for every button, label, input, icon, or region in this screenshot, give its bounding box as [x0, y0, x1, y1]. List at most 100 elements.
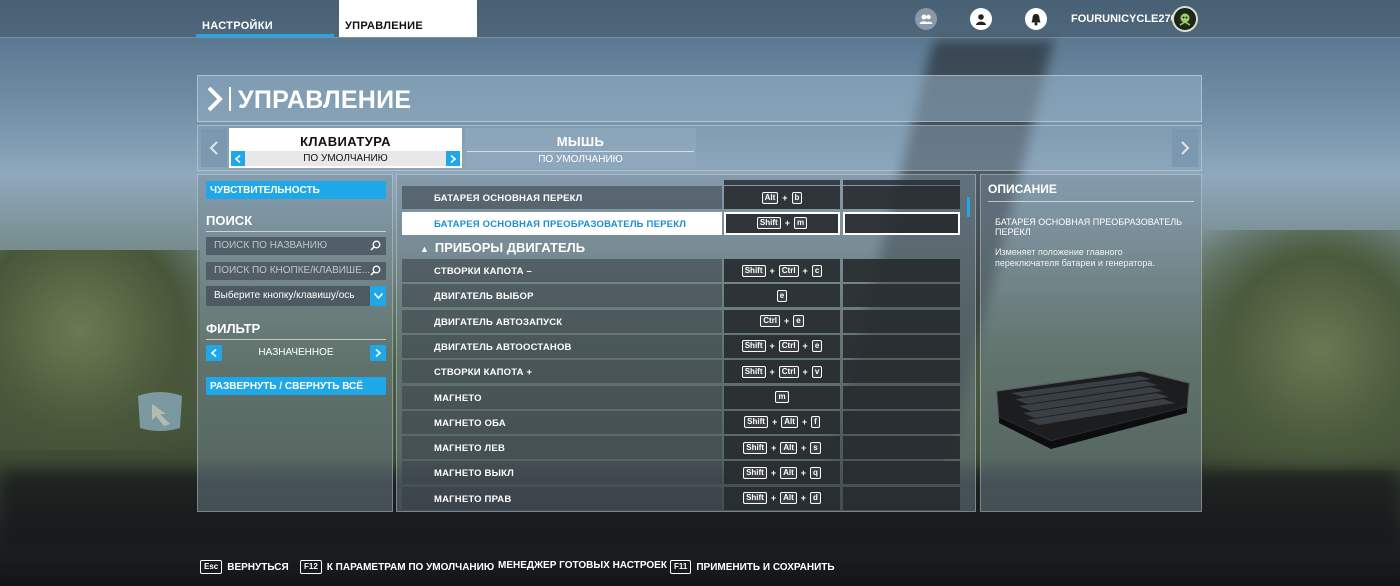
secondary-binding-slot[interactable]: [843, 186, 960, 209]
filter-selector[interactable]: НАЗНАЧЕННОЕ: [206, 345, 386, 361]
primary-binding-slot[interactable]: Shift + Ctrl + c: [724, 259, 840, 282]
secondary-binding-slot[interactable]: [843, 309, 960, 333]
binding-row[interactable]: СТВОРКИ КАПОТА + Shift + Ctrl + v: [402, 360, 960, 384]
key-plus: +: [801, 417, 808, 428]
apply-save-button[interactable]: F11 ПРИМЕНИТЬ И СОХРАНИТЬ: [670, 560, 835, 574]
key-cap: Shift: [741, 340, 766, 353]
description-text: Изменяет положение главного переключател…: [995, 247, 1155, 268]
chevron-down-icon: [370, 286, 386, 306]
chevron-right-icon: [375, 349, 381, 357]
binding-name: БАТАРЕЯ ОСНОВНАЯ ПРЕОБРАЗОВАТЕЛЬ ПЕРЕКЛ: [402, 211, 722, 235]
category-row[interactable]: ▲ ПРИБОРЫ ДВИГАТЕЛЬ: [402, 236, 960, 258]
secondary-binding-slot[interactable]: [843, 284, 960, 308]
filter-next-button[interactable]: [370, 345, 386, 361]
primary-binding-slot[interactable]: e: [724, 284, 840, 308]
key-plus: +: [771, 417, 778, 428]
binding-row[interactable]: СТВОРКИ КАПОТА – Shift + Ctrl + c: [402, 259, 960, 282]
preset-prev-button[interactable]: [231, 151, 245, 166]
primary-binding-slot[interactable]: Shift + Alt + f: [724, 410, 840, 434]
primary-binding-slot[interactable]: Shift + Alt + s: [724, 436, 840, 460]
key-cap: f: [811, 416, 820, 429]
key-cap: s: [810, 441, 821, 454]
preset-next-button[interactable]: [446, 151, 460, 166]
keyboard-preset-selector[interactable]: ПО УМОЛЧАНИЮ: [231, 151, 460, 166]
key-cap: e: [811, 340, 823, 353]
search-by-key-input[interactable]: ПОИСК ПО КНОПКЕ/КЛАВИШЕ...: [206, 262, 386, 280]
secondary-binding-slot[interactable]: [843, 259, 960, 282]
search-icon: [370, 265, 381, 276]
binding-row[interactable]: БАТАРЕЯ ОСНОВНАЯ ПРЕОБРАЗОВАТЕЛЬ ПЕРЕКЛ S…: [402, 211, 960, 235]
binding-row[interactable]: ДВИГАТЕЛЬ АВТООСТАНОВ Shift + Ctrl + e: [402, 334, 960, 358]
primary-binding-column-header: [724, 180, 840, 185]
profile-icon[interactable]: [970, 8, 992, 30]
key-plus: +: [800, 467, 807, 478]
preset-manager-label: МЕНЕДЖЕР ГОТОВЫХ НАСТРОЕК: [498, 560, 667, 571]
secondary-binding-slot[interactable]: [843, 334, 960, 358]
sensitivity-button[interactable]: ЧУВСТВИТЕЛЬНОСТЬ: [206, 181, 386, 199]
primary-binding-slot[interactable]: Alt + b: [724, 186, 840, 209]
key-plus: +: [769, 366, 775, 377]
binding-row[interactable]: ДВИГАТЕЛЬ ВЫБОР e: [402, 284, 960, 308]
key-axis-select-label: Выберите кнопку/клавишу/ось: [214, 290, 355, 301]
tab-controls[interactable]: УПРАВЛЕНИЕ: [339, 0, 477, 37]
back-button[interactable]: Esc ВЕРНУТЬСЯ: [200, 560, 289, 574]
key-cap: b: [791, 191, 803, 204]
binding-row[interactable]: МАГНЕТО ОБА Shift + Alt + f: [402, 410, 960, 434]
username-label[interactable]: FOURUNICYCLE270: [1071, 13, 1177, 25]
primary-binding-slot[interactable]: Shift + Ctrl + v: [724, 360, 840, 384]
friends-icon[interactable]: [915, 8, 937, 30]
key-cap: m: [793, 217, 808, 229]
primary-binding-slot[interactable]: Shift + m: [724, 211, 840, 235]
secondary-binding-slot[interactable]: [843, 385, 960, 409]
secondary-binding-slot[interactable]: [843, 211, 960, 235]
filter-sidebar: ЧУВСТВИТЕЛЬНОСТЬ ПОИСК ПОИСК ПО НАЗВАНИЮ…: [197, 174, 393, 512]
expand-collapse-all-button[interactable]: РАЗВЕРНУТЬ / СВЕРНУТЬ ВСЁ: [206, 377, 386, 395]
secondary-binding-slot[interactable]: [843, 436, 960, 460]
scrollbar[interactable]: [967, 197, 970, 217]
key-cap: Shift: [743, 492, 767, 505]
binding-row[interactable]: БАТАРЕЯ ОСНОВНАЯ ПЕРЕКЛ Alt + b: [402, 186, 960, 209]
key-cap: Ctrl: [760, 315, 781, 328]
primary-binding-slot[interactable]: Shift + Ctrl + e: [724, 334, 840, 358]
key-plus: +: [770, 467, 777, 478]
device-prev-button[interactable]: [201, 129, 227, 167]
secondary-binding-slot[interactable]: [843, 360, 960, 384]
key-cap: v: [811, 365, 823, 378]
top-navigation-divider: [0, 37, 1400, 38]
secondary-binding-slot[interactable]: [843, 486, 960, 510]
binding-row[interactable]: МАГНЕТО ВЫКЛ Shift + Alt + q: [402, 461, 960, 485]
secondary-binding-slot[interactable]: [843, 461, 960, 485]
keyboard-tab-label: КЛАВИАТУРА: [300, 134, 391, 149]
avatar[interactable]: [1172, 6, 1198, 32]
binding-row[interactable]: ДВИГАТЕЛЬ АВТОЗАПУСК Ctrl + e: [402, 309, 960, 333]
preset-manager-button[interactable]: МЕНЕДЖЕР ГОТОВЫХ НАСТРОЕК: [498, 560, 667, 571]
key-plus: +: [802, 341, 808, 352]
key-cap: e: [793, 315, 804, 328]
binding-row[interactable]: МАГНЕТО m: [402, 385, 960, 409]
tab-mouse[interactable]: МЫШЬ ПО УМОЛЧАНИЮ: [465, 128, 696, 168]
reset-defaults-button[interactable]: F12 К ПАРАМЕТРАМ ПО УМОЛЧАНИЮ: [300, 560, 494, 574]
secondary-binding-slot[interactable]: [843, 410, 960, 434]
search-by-name-input[interactable]: ПОИСК ПО НАЗВАНИЮ: [206, 237, 386, 255]
primary-binding-slot[interactable]: Ctrl + e: [724, 309, 840, 333]
description-heading: ОПИСАНИЕ: [988, 182, 1194, 202]
key-plus: +: [771, 442, 777, 453]
binding-name: МАГНЕТО ПРАВ: [402, 486, 722, 510]
key-cap: Shift: [744, 416, 768, 429]
primary-binding-slot[interactable]: Shift + Alt + d: [724, 486, 840, 510]
device-tabs-bar: КЛАВИАТУРА ПО УМОЛЧАНИЮ МЫШЬ ПО УМОЛЧАНИ…: [197, 125, 1202, 171]
notification-bell-icon[interactable]: [1025, 8, 1047, 30]
binding-row[interactable]: МАГНЕТО ПРАВ Shift + Alt + d: [402, 486, 960, 510]
device-next-button[interactable]: [1172, 129, 1198, 167]
primary-binding-slot[interactable]: Shift + Alt + q: [724, 461, 840, 485]
key-cap: Shift: [741, 365, 766, 378]
key-cap: Alt: [780, 492, 797, 505]
tab-keyboard[interactable]: КЛАВИАТУРА ПО УМОЛЧАНИЮ: [229, 128, 462, 168]
primary-binding-slot[interactable]: m: [724, 385, 840, 409]
filter-prev-button[interactable]: [206, 345, 222, 361]
binding-name: ДВИГАТЕЛЬ ВЫБОР: [402, 284, 722, 308]
page-title: УПРАВЛЕНИЕ: [238, 86, 412, 114]
tab-settings[interactable]: НАСТРОЙКИ: [196, 0, 334, 37]
key-axis-select[interactable]: Выберите кнопку/клавишу/ось: [206, 286, 386, 306]
binding-row[interactable]: МАГНЕТО ЛЕВ Shift + Alt + s: [402, 436, 960, 460]
